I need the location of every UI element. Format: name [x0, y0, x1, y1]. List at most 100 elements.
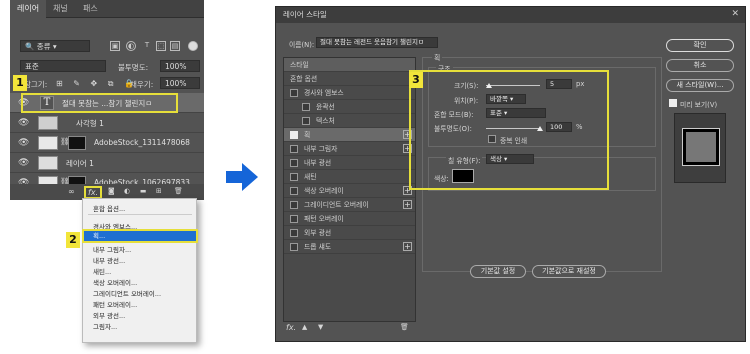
menu-item-inner-shadow[interactable]: 내부 그림자... — [93, 244, 131, 254]
checkbox[interactable] — [290, 145, 298, 153]
group-folder-icon[interactable]: ▬ — [140, 187, 146, 195]
blend-mode-select[interactable]: 표준 — [20, 60, 106, 72]
callout-1: 1 — [13, 75, 27, 91]
fx-icon[interactable]: fx. — [286, 323, 296, 332]
style-item-inner-shadow[interactable]: 내부 그림자 + — [284, 142, 415, 156]
callout-3: 3 — [409, 72, 423, 88]
style-item-bevel[interactable]: 경사와 엠보스 — [284, 86, 415, 100]
menu-item-pattern-overlay[interactable]: 패턴 오버레이... — [93, 299, 137, 309]
checkbox[interactable] — [290, 173, 298, 181]
layer-name: 사각형 1 — [76, 119, 104, 128]
filter-shape-icon[interactable]: ⬚ — [156, 41, 166, 51]
style-item-pattern-overlay[interactable]: 패턴 오버레이 — [284, 212, 415, 226]
tab-channels[interactable]: 채널 — [46, 0, 75, 18]
fill-label: 채우기: — [130, 80, 154, 89]
eye-icon[interactable]: 👁 — [18, 138, 29, 148]
move-down-icon[interactable]: ▼ — [318, 323, 323, 331]
checkbox[interactable] — [290, 159, 298, 167]
name-value: 절대 못참는 레전드 웃음참기 챌린지ㅁ — [320, 38, 424, 46]
filter-adjust-icon[interactable]: ◐ — [126, 41, 136, 51]
style-label: 텍스처 — [316, 117, 335, 125]
adjustment-layer-icon[interactable]: ◐ — [124, 187, 130, 195]
menu-item-inner-glow[interactable]: 내부 광선... — [93, 255, 125, 265]
layer-row-image1[interactable]: 👁 ⛓ AdobeStock_1311478068 — [10, 133, 204, 153]
new-style-button[interactable]: 새 스타일(W)... — [666, 79, 734, 92]
layer-name: 레이어 1 — [66, 159, 94, 168]
menu-item-outer-glow[interactable]: 외부 광선... — [93, 310, 125, 320]
reset-default-button[interactable]: 기본값으로 재설정 — [532, 265, 606, 278]
trash-icon[interactable]: 🗑 — [400, 323, 409, 331]
close-icon[interactable]: ✕ — [731, 9, 739, 19]
link-layers-icon[interactable]: ∞ — [68, 187, 75, 196]
ok-button[interactable]: 확인 — [666, 39, 734, 52]
style-item-drop-shadow[interactable]: 드롭 섀도 + — [284, 240, 415, 254]
layer-row-shape[interactable]: 👁 사각형 1 — [10, 113, 204, 133]
preview-checkbox[interactable] — [669, 99, 677, 107]
opacity-value: 100% — [165, 62, 187, 71]
filter-pixel-icon[interactable]: ▣ — [110, 41, 120, 51]
search-icon: 🔍 — [25, 42, 35, 51]
preview-box — [674, 113, 726, 183]
lock-label: 잠그기: — [24, 80, 48, 89]
filter-kind-select[interactable]: 🔍 종류 ▾ — [20, 40, 90, 52]
name-label: 이름(N): — [289, 41, 315, 49]
layer-name: AdobeStock_1311478068 — [94, 138, 190, 147]
opacity-label: 불투명도: — [118, 63, 149, 72]
preview-label: 미리 보기(V) — [680, 101, 718, 109]
cancel-button[interactable]: 취소 — [666, 59, 734, 72]
style-item-contour[interactable]: 윤곽선 — [284, 100, 415, 114]
eye-icon[interactable]: 👁 — [18, 158, 29, 168]
checkbox[interactable] — [290, 201, 298, 209]
style-label: 그레이디언트 오버레이 — [304, 201, 369, 209]
checkbox[interactable] — [290, 229, 298, 237]
lock-icons[interactable]: ⊞ ✎ ✥ ⧉ 🔒 — [56, 79, 138, 89]
callout-2: 2 — [66, 232, 80, 248]
move-up-icon[interactable]: ▲ — [302, 323, 307, 331]
tab-paths[interactable]: 패스 — [76, 0, 105, 18]
trash-icon[interactable]: 🗑 — [174, 187, 183, 195]
blend-options-item[interactable]: 혼합 옵션 — [284, 72, 415, 86]
menu-item-blend-options[interactable]: 혼합 옵션... — [93, 203, 125, 213]
checkbox[interactable] — [290, 215, 298, 223]
filter-type-icon[interactable]: T — [142, 41, 152, 51]
image-layer-thumb — [38, 136, 58, 150]
opacity-input[interactable]: 100% — [160, 60, 200, 72]
add-mask-icon[interactable]: ◙ — [108, 187, 115, 195]
menu-item-color-overlay[interactable]: 색상 오버레이... — [93, 277, 137, 287]
checkbox[interactable] — [302, 117, 310, 125]
style-item-inner-glow[interactable]: 내부 광선 — [284, 156, 415, 170]
menu-item-gradient-overlay[interactable]: 그레이디언트 오버레이... — [93, 288, 161, 298]
checkbox[interactable] — [290, 89, 298, 97]
style-item-texture[interactable]: 텍스처 — [284, 114, 415, 128]
styles-header[interactable]: 스타일 — [284, 58, 415, 72]
menu-item-satin[interactable]: 새틴... — [93, 266, 111, 276]
style-item-color-overlay[interactable]: 색상 오버레이 + — [284, 184, 415, 198]
checkbox-checked[interactable] — [290, 131, 298, 139]
checkbox[interactable] — [302, 103, 310, 111]
style-label: 패턴 오버레이 — [304, 215, 344, 223]
style-item-gradient-overlay[interactable]: 그레이디언트 오버레이 + — [284, 198, 415, 212]
menu-divider — [88, 214, 192, 215]
style-item-satin[interactable]: 새틴 — [284, 170, 415, 184]
new-layer-icon[interactable]: ⊞ — [156, 187, 162, 195]
menu-item-drop-shadow[interactable]: 그림자... — [93, 321, 117, 331]
tab-layers[interactable]: 레이어 — [10, 0, 47, 18]
style-item-outer-glow[interactable]: 외부 광선 — [284, 226, 415, 240]
style-label: 드롭 섀도 — [304, 243, 332, 251]
name-input[interactable]: 절대 못참는 레전드 웃음참기 챌린지ㅁ — [316, 37, 438, 48]
plus-icon[interactable]: + — [403, 242, 412, 251]
checkbox[interactable] — [290, 187, 298, 195]
fill-value: 100% — [165, 79, 187, 88]
dialog-title: 레이어 스타일 — [276, 7, 745, 23]
fill-input[interactable]: 100% — [160, 77, 200, 89]
layer-row-pixel[interactable]: 👁 레이어 1 — [10, 153, 204, 173]
plus-icon[interactable]: + — [403, 200, 412, 209]
styles-list: 스타일 혼합 옵션 경사와 엠보스 윤곽선 텍스처 획 + 내부 그림자 + 내부 … — [283, 57, 416, 322]
filter-toggle-icon[interactable] — [188, 41, 198, 51]
style-item-stroke[interactable]: 획 + — [284, 128, 415, 142]
eye-icon[interactable]: 👁 — [18, 118, 29, 128]
style-label: 내부 그림자 — [304, 145, 338, 153]
filter-smart-icon[interactable]: ▤ — [170, 41, 180, 51]
make-default-button[interactable]: 기본값 설정 — [470, 265, 526, 278]
checkbox[interactable] — [290, 243, 298, 251]
